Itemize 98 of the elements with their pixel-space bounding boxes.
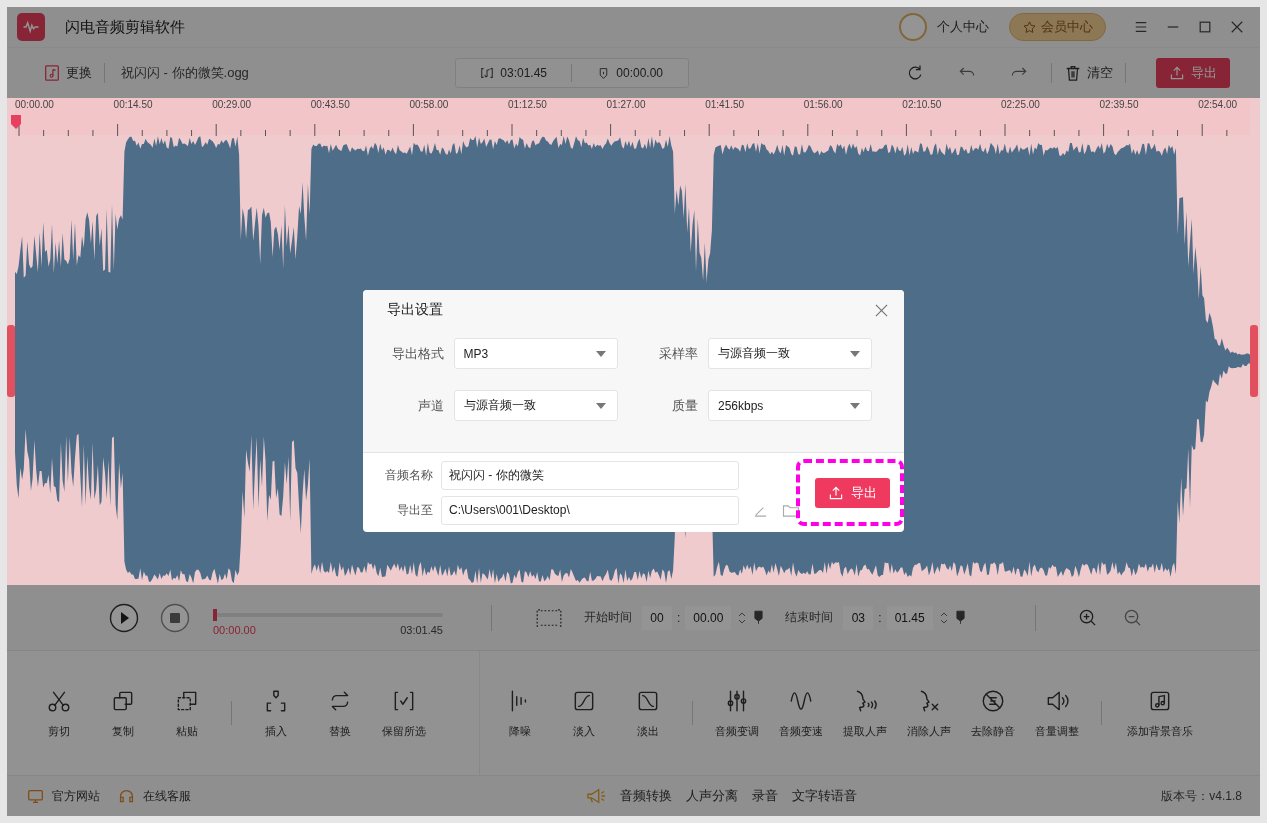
- vip-center-button[interactable]: 会员中心: [1009, 13, 1106, 41]
- time-tick-label: 01:41.50: [705, 99, 746, 112]
- file-name: 祝闪闪 - 你的微笑.ogg: [121, 64, 249, 82]
- duration-text: 03:01.45: [455, 66, 572, 80]
- tool-button[interactable]: 复制: [91, 687, 155, 739]
- selection-range-icon[interactable]: [536, 607, 562, 628]
- tool-button[interactable]: 降噪: [488, 687, 552, 739]
- current-time: 00:00.00: [213, 624, 256, 636]
- dropdown[interactable]: 与源音频一致: [708, 338, 872, 369]
- time-tick-label: 02:54.00: [1198, 99, 1239, 112]
- tool-button[interactable]: 音频变速: [769, 687, 833, 739]
- feature-link[interactable]: 人声分离: [685, 787, 738, 805]
- trash-icon: [1064, 64, 1082, 82]
- tool-button[interactable]: 淡出: [616, 687, 680, 739]
- zoom-out-icon[interactable]: [1122, 608, 1142, 627]
- tool-button[interactable]: 插入: [244, 687, 308, 739]
- dropdown[interactable]: 与源音频一致: [453, 390, 618, 421]
- tool-button[interactable]: 保留所选: [372, 687, 436, 739]
- tool-button[interactable]: 替换: [308, 687, 372, 739]
- close-icon[interactable]: [875, 303, 888, 317]
- field-label: 采样率: [659, 344, 698, 363]
- position-text: 00:00.00: [572, 66, 688, 80]
- upload-icon: [1169, 65, 1185, 81]
- tool-button[interactable]: 淡入: [552, 687, 616, 739]
- dropdown[interactable]: MP3: [453, 338, 618, 369]
- time-tick-label: 02:39.50: [1099, 99, 1140, 112]
- star-icon: [1022, 19, 1037, 35]
- upload-icon: [828, 485, 844, 501]
- left-trim-handle[interactable]: [7, 325, 15, 397]
- end-time-label: 结束时间: [785, 609, 834, 626]
- user-center-link[interactable]: 个人中心: [937, 18, 989, 36]
- time-tick-label: 02:25.00: [1000, 99, 1041, 112]
- start-second-field[interactable]: 00.00: [685, 605, 732, 630]
- feature-link[interactable]: 录音: [751, 787, 778, 805]
- tool-button[interactable]: 音量调整: [1025, 687, 1089, 739]
- time-tick-label: 01:27.00: [606, 99, 647, 112]
- website-link[interactable]: 官方网站: [27, 787, 100, 805]
- marker-pin-icon[interactable]: [754, 610, 764, 625]
- close-icon[interactable]: [1230, 20, 1244, 34]
- folder-icon[interactable]: [782, 502, 800, 518]
- marker-pin-icon[interactable]: [955, 610, 965, 625]
- maximize-icon[interactable]: [1198, 20, 1212, 34]
- monitor-icon: [27, 787, 44, 805]
- path-input[interactable]: C:\Users\001\Desktop\: [441, 495, 739, 525]
- total-time: 03:01.45: [400, 624, 443, 636]
- dropdown[interactable]: 256kbps: [708, 390, 872, 421]
- time-tick-label: 00:43.50: [310, 99, 351, 112]
- stop-button[interactable]: [160, 602, 190, 633]
- tool-button[interactable]: 提取人声: [833, 687, 897, 739]
- progress-thumb[interactable]: [213, 609, 217, 621]
- playhead-marker[interactable]: [11, 115, 21, 129]
- time-tick-label: 00:29.00: [212, 99, 253, 112]
- time-tick-label: 02:10.50: [902, 99, 943, 112]
- headset-icon: [118, 787, 135, 805]
- clear-button[interactable]: 清空: [1064, 64, 1113, 82]
- megaphone-icon: [585, 787, 606, 805]
- time-tick-label: 00:14.50: [113, 99, 154, 112]
- time-tick-label: 01:56.00: [803, 99, 844, 112]
- name-input[interactable]: 祝闪闪 - 你的微笑: [441, 460, 739, 490]
- export-button[interactable]: 导出: [815, 478, 890, 508]
- tool-button[interactable]: 添加背景音乐: [1114, 687, 1206, 739]
- time-tick-label: 00:58.00: [409, 99, 450, 112]
- start-time-label: 开始时间: [584, 609, 632, 626]
- music-file-icon: [43, 64, 61, 82]
- version-text: 版本号：v4.1.8: [1161, 787, 1242, 805]
- feature-link[interactable]: 文字转语音: [791, 787, 857, 805]
- music-note-icon: [480, 66, 495, 80]
- tool-button[interactable]: 剪切: [27, 687, 91, 739]
- play-button[interactable]: [109, 602, 139, 633]
- zoom-in-icon[interactable]: [1077, 608, 1097, 627]
- field-label: 声道: [417, 396, 444, 415]
- start-minute-field[interactable]: 00: [642, 605, 672, 630]
- dialog-title: 导出设置: [387, 301, 443, 319]
- window-title: 闪电音频剪辑软件: [65, 17, 185, 37]
- caret-icon: [850, 350, 860, 357]
- end-minute-field[interactable]: 03: [843, 605, 874, 630]
- support-link[interactable]: 在线客服: [118, 787, 191, 805]
- tool-button[interactable]: 音频变调: [705, 687, 769, 739]
- tool-button[interactable]: 消除人声: [897, 687, 961, 739]
- caret-icon: [595, 402, 606, 409]
- time-tick-label: 01:12.50: [507, 99, 548, 112]
- field-label: 音频名称: [384, 466, 433, 484]
- caret-icon: [595, 350, 606, 357]
- feature-link[interactable]: 音频转换: [619, 787, 672, 805]
- field-label: 导出至: [396, 501, 433, 519]
- export-button[interactable]: 导出: [1156, 58, 1230, 88]
- tool-button[interactable]: 去除静音: [961, 687, 1025, 739]
- end-second-field[interactable]: 01.45: [886, 605, 933, 630]
- time-tick-label: 00:00.00: [15, 99, 55, 112]
- right-trim-handle[interactable]: [1250, 325, 1258, 397]
- caret-icon: [850, 402, 860, 409]
- replace-file-button[interactable]: 更换: [43, 64, 92, 82]
- field-label: 质量: [672, 396, 698, 415]
- time-separator: :: [878, 610, 882, 625]
- time-separator: :: [677, 610, 681, 625]
- tool-button[interactable]: 粘贴: [155, 687, 219, 739]
- menu-icon[interactable]: [1134, 20, 1148, 34]
- field-label: 导出格式: [391, 344, 444, 363]
